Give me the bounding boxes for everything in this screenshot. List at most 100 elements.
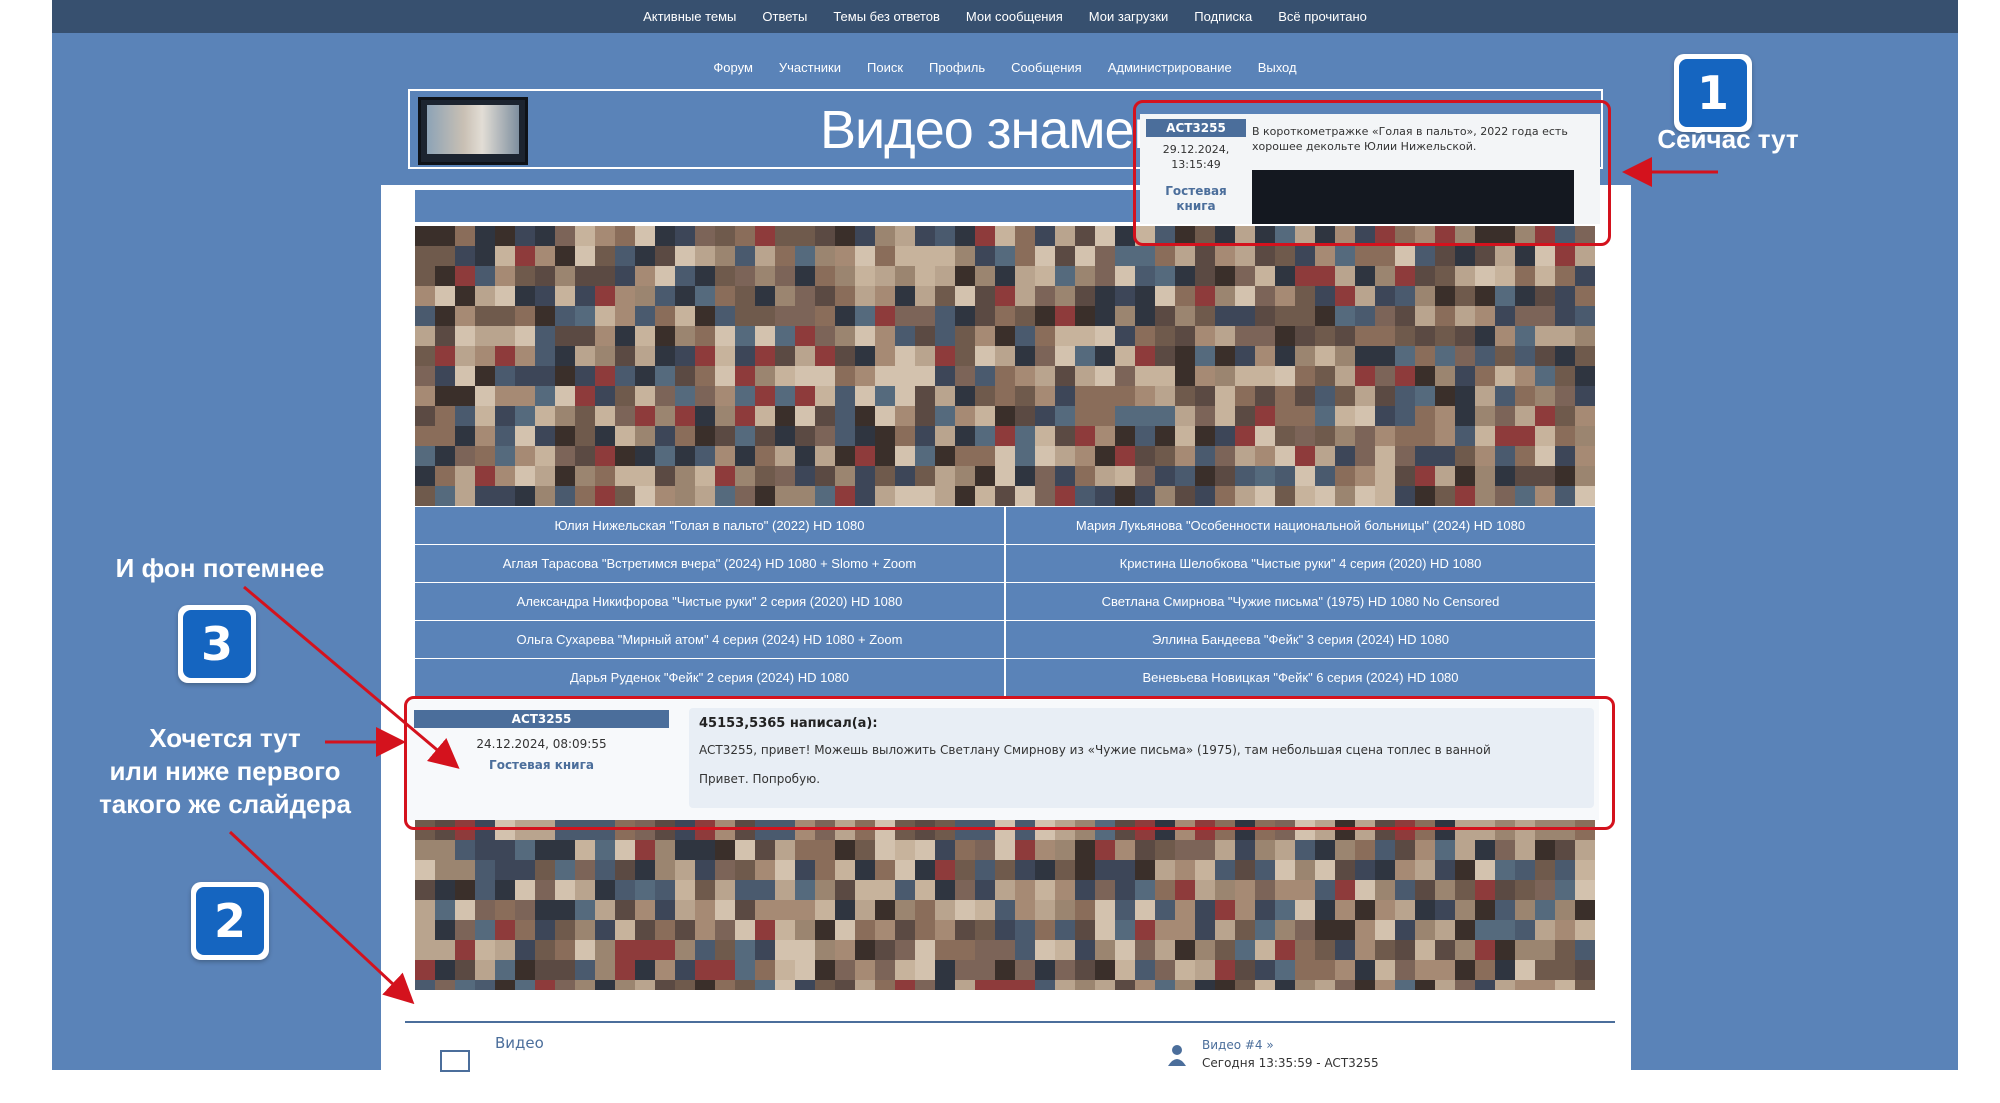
thumbnail-pixel [775,266,795,286]
thumbnail-pixel [775,900,795,920]
thumbnail-pixel [895,840,915,860]
thumbnail-pixel [1115,900,1135,920]
thumbnail-pixel [1255,880,1275,900]
thumbnail-pixel [1135,860,1155,880]
video-link[interactable]: Дарья Руденок "Фейк" 2 серия (2024) HD 1… [415,659,1006,696]
nav-profile[interactable]: Профиль [929,60,985,75]
video-link[interactable]: Ольга Сухарева "Мирный атом" 4 серия (20… [415,621,1006,658]
thumbnail-pixel [1435,920,1455,940]
thumbnail-pixel [1575,466,1595,486]
nav-replies[interactable]: Ответы [762,9,807,24]
thumbnail-pixel [1295,326,1315,346]
thumbnail-slider-bottom[interactable] [415,820,1595,990]
thumbnail-slider-top[interactable] [415,226,1595,506]
thumbnail-pixel [975,940,995,960]
video-link[interactable]: Александра Никифорова "Чистые руки" 2 се… [415,583,1006,620]
nav-admin[interactable]: Администрирование [1108,60,1232,75]
thumbnail-pixel [1115,940,1135,960]
thumbnail-pixel [475,246,495,266]
thumbnail-pixel [1035,980,1055,990]
thumbnail-pixel [815,466,835,486]
thumbnail-pixel [1335,346,1355,366]
thumbnail-pixel [595,860,615,880]
thumbnail-pixel [1055,940,1075,960]
thumbnail-pixel [1495,246,1515,266]
thumbnail-pixel [1255,246,1275,266]
video-link[interactable]: Веневьева Новицкая "Фейк" 6 серия (2024)… [1006,659,1595,696]
forum-section-title[interactable]: Видео [495,1034,544,1052]
thumbnail-pixel [1235,960,1255,980]
thumbnail-pixel [1415,406,1435,426]
video-link[interactable]: Кристина Шелобкова "Чистые руки" 4 серия… [1006,545,1595,582]
thumbnail-pixel [1375,960,1395,980]
thumbnail-pixel [775,980,795,990]
thumbnail-pixel [1535,426,1555,446]
thumbnail-pixel [1575,486,1595,506]
thumbnail-pixel [915,880,935,900]
nav-my-uploads[interactable]: Мои загрузки [1089,9,1169,24]
label-line: такого же слайдера [99,789,351,819]
thumbnail-pixel [935,286,955,306]
video-link[interactable]: Эллина Бандеева "Фейк" 3 серия (2024) HD… [1006,621,1595,658]
thumbnail-pixel [1255,840,1275,860]
thumbnail-pixel [595,226,615,246]
video-link[interactable]: Юлия Нижельская "Голая в пальто" (2022) … [415,507,1006,544]
nav-mark-read[interactable]: Всё прочитано [1278,9,1367,24]
thumbnail-pixel [995,386,1015,406]
thumbnail-pixel [1315,466,1335,486]
thumbnail-pixel [1035,940,1055,960]
thumbnail-pixel [1395,900,1415,920]
thumbnail-pixel [515,326,535,346]
thumbnail-pixel [875,426,895,446]
nav-logout[interactable]: Выход [1258,60,1297,75]
thumbnail-pixel [775,386,795,406]
thumbnail-pixel [855,446,875,466]
nav-messages[interactable]: Сообщения [1011,60,1082,75]
nav-unanswered[interactable]: Темы без ответов [833,9,940,24]
thumbnail-pixel [495,366,515,386]
thumbnail-pixel [1195,466,1215,486]
thumbnail-pixel [695,266,715,286]
thumbnail-pixel [635,446,655,466]
thumbnail-pixel [675,960,695,980]
nav-subscription[interactable]: Подписка [1194,9,1252,24]
thumbnail-pixel [1195,940,1215,960]
video-link[interactable]: Аглая Тарасова "Встретимся вчера" (2024)… [415,545,1006,582]
thumbnail-pixel [1155,920,1175,940]
thumbnail-pixel [1055,920,1075,940]
nav-members[interactable]: Участники [779,60,841,75]
thumbnail-pixel [1115,486,1135,506]
thumbnail-pixel [595,346,615,366]
thumbnail-pixel [1555,366,1575,386]
thumbnail-pixel [1215,426,1235,446]
thumbnail-pixel [1155,286,1175,306]
thumbnail-pixel [655,386,675,406]
thumbnail-pixel [835,880,855,900]
thumbnail-pixel [1435,466,1455,486]
nav-active-topics[interactable]: Активные темы [643,9,736,24]
thumbnail-pixel [615,306,635,326]
thumbnail-pixel [1415,286,1435,306]
thumbnail-pixel [595,426,615,446]
last-topic-link[interactable]: Видео #4 » [1202,1038,1274,1052]
video-link[interactable]: Светлана Смирнова "Чужие письма" (1975) … [1006,583,1595,620]
thumbnail-pixel [735,246,755,266]
thumbnail-pixel [1295,286,1315,306]
thumbnail-pixel [1355,446,1375,466]
thumbnail-pixel [1315,426,1335,446]
nav-my-posts[interactable]: Мои сообщения [966,9,1063,24]
nav-forum[interactable]: Форум [713,60,753,75]
thumbnail-pixel [1255,426,1275,446]
thumbnail-pixel [1135,386,1155,406]
thumbnail-pixel [795,900,815,920]
thumbnail-pixel [1375,386,1395,406]
video-link[interactable]: Мария Лукьянова "Особенности национально… [1006,507,1595,544]
thumbnail-pixel [815,840,835,860]
thumbnail-pixel [1255,980,1275,990]
thumbnail-pixel [1415,346,1435,366]
thumbnail-pixel [1295,446,1315,466]
nav-search[interactable]: Поиск [867,60,903,75]
thumbnail-pixel [615,900,635,920]
thumbnail-pixel [1015,266,1035,286]
thumbnail-pixel [1555,306,1575,326]
